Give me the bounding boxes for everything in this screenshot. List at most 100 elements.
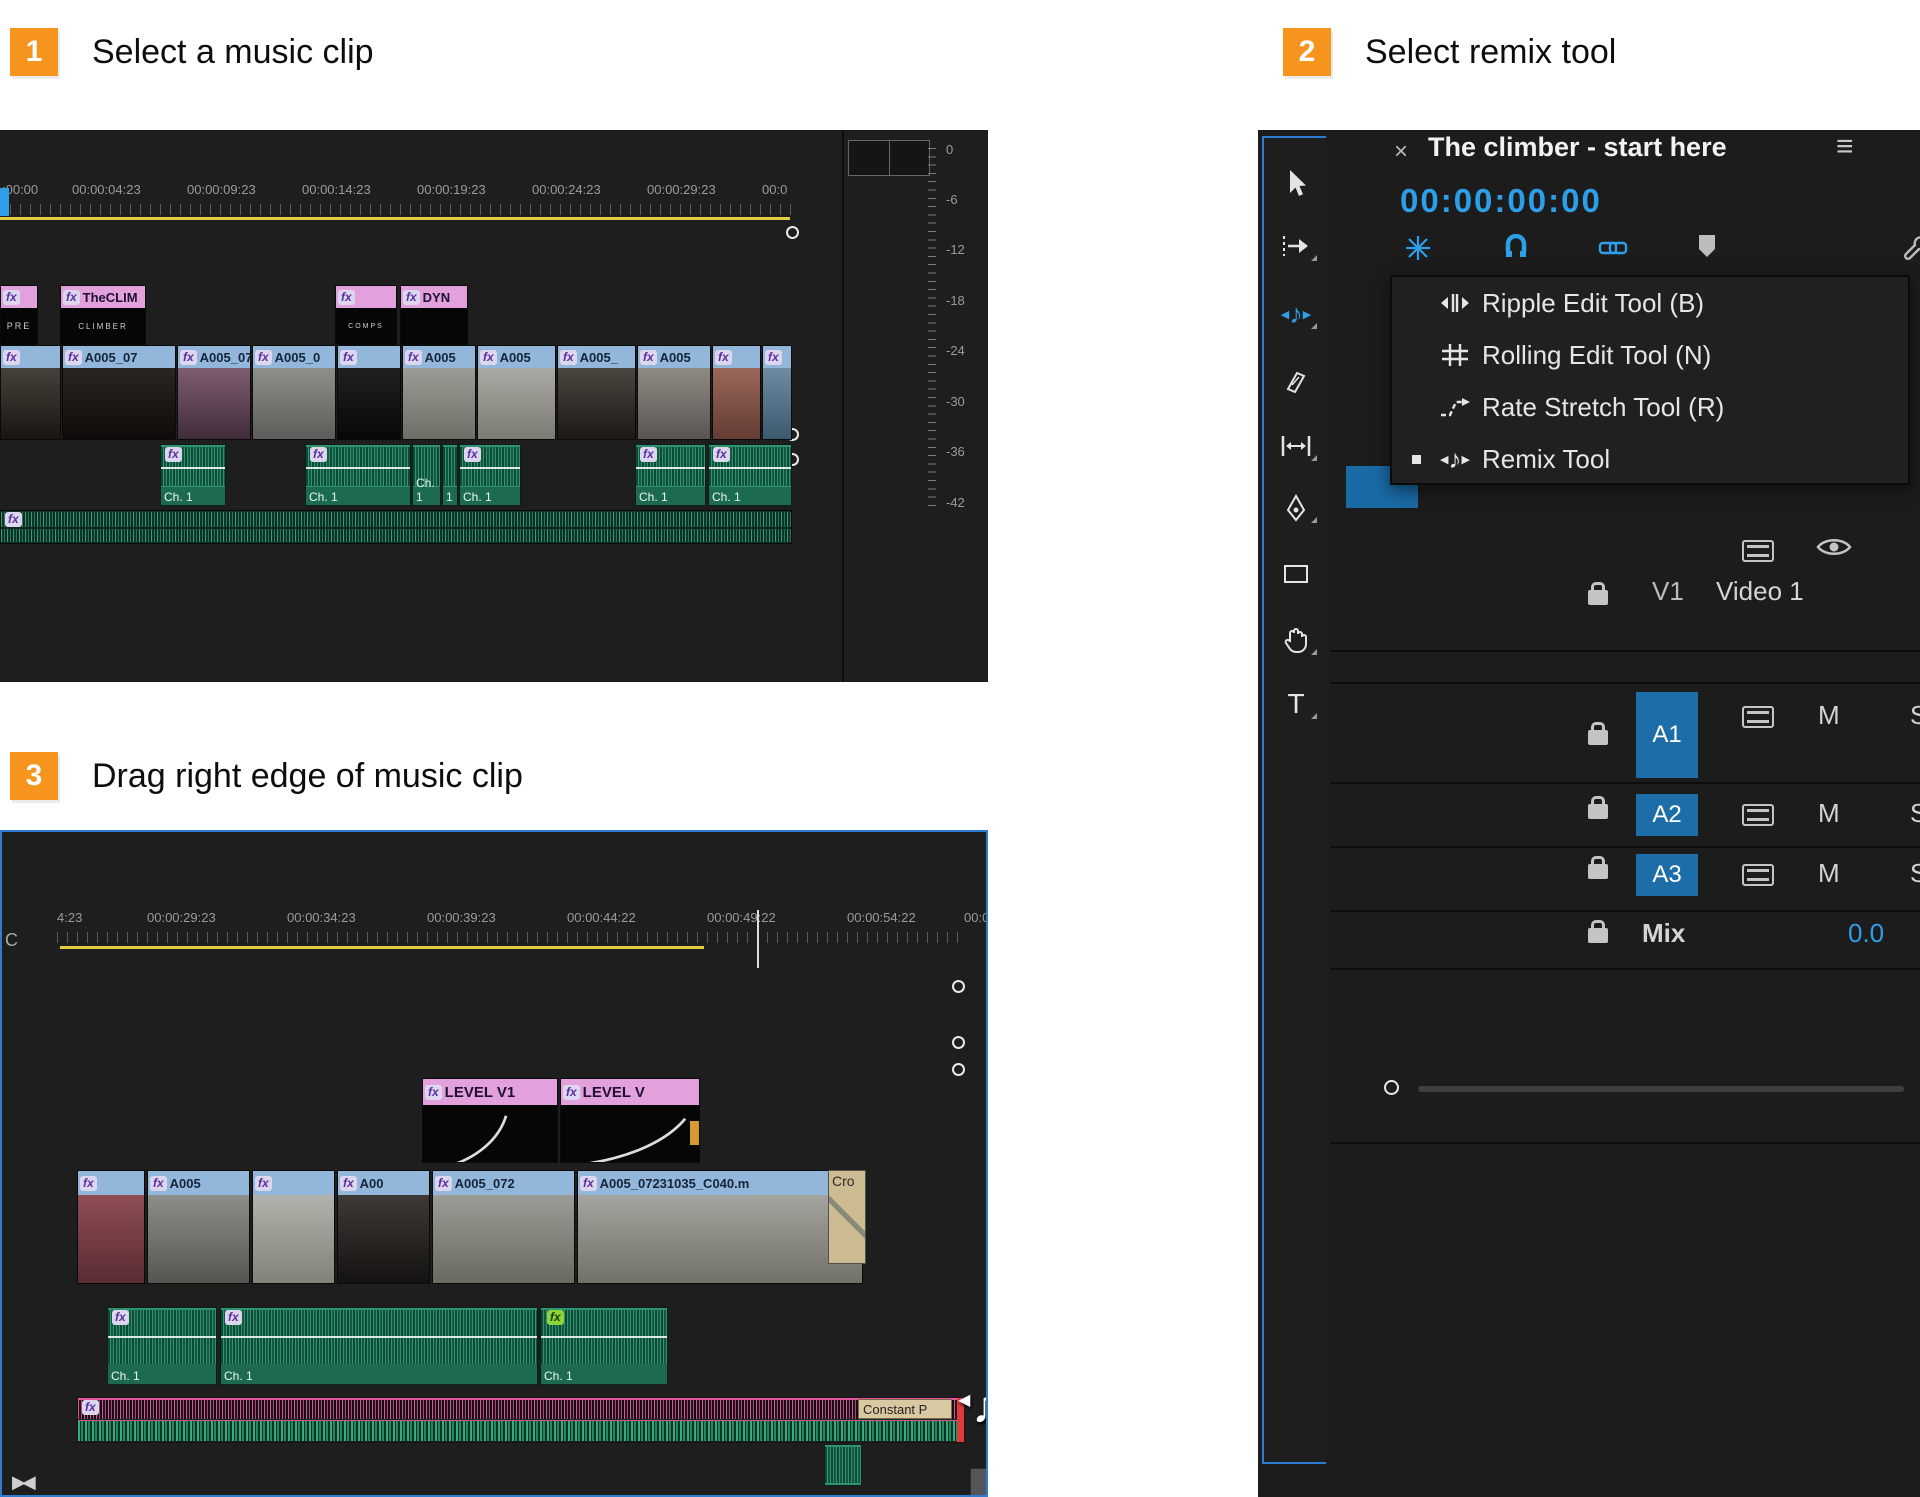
track-lock-icon[interactable] (1588, 856, 1608, 879)
audio-clip[interactable]: fx Ch. 1 (459, 444, 521, 506)
track-lock-icon[interactable] (1588, 796, 1608, 819)
scroll-handle[interactable] (952, 1036, 965, 1049)
audio-clip[interactable]: fx Ch. 1 (708, 444, 792, 506)
video-clip[interactable]: fx A005_07231035_C040.m (577, 1170, 863, 1284)
audio-clip[interactable]: fx Ch. 1 (540, 1307, 668, 1385)
menu-item-ripple-edit[interactable]: Ripple Edit Tool (B) (1392, 277, 1908, 329)
nest-toggle[interactable] (1404, 234, 1432, 267)
video-clip[interactable]: fx (762, 345, 792, 440)
music-clip[interactable]: fx Constant P (77, 1397, 965, 1443)
video-clip[interactable]: fx (252, 1170, 335, 1284)
horizontal-scrollbar[interactable] (1418, 1086, 1904, 1092)
close-tab-icon[interactable]: × (1394, 138, 1408, 166)
video-clip[interactable]: fx A005 (147, 1170, 250, 1284)
track-settings-icon[interactable] (1742, 864, 1774, 886)
volume-line[interactable] (460, 467, 520, 469)
remix-tool-active[interactable]: ◀ ♪ ▶ (1278, 296, 1317, 332)
video-clip[interactable]: fx A005_072 (432, 1170, 575, 1284)
video-clip[interactable]: fx A005 (637, 345, 711, 440)
volume-line[interactable] (541, 1336, 667, 1338)
volume-line[interactable] (108, 1336, 216, 1338)
graphics-clip[interactable]: fx DYN (400, 285, 468, 345)
scrollbar-handle[interactable] (1384, 1080, 1399, 1095)
track-a1-target[interactable]: A1 (1636, 692, 1698, 778)
audio-clip-small[interactable] (824, 1444, 862, 1486)
transition-clip[interactable]: Cro (828, 1170, 866, 1264)
video-clip[interactable]: fx (337, 345, 401, 440)
add-marker-button[interactable] (1696, 232, 1718, 265)
video-clip[interactable]: fx A005 (402, 345, 476, 440)
audio-clip[interactable]: fx Ch. 1 (160, 444, 226, 506)
slip-tool[interactable] (1278, 428, 1317, 464)
timeline-ruler[interactable]: 4:23 00:00:29:23 00:00:34:23 00:00:39:23… (2, 906, 986, 950)
solo-button[interactable]: S (1910, 798, 1920, 829)
linked-selection-toggle[interactable] (1598, 234, 1628, 267)
scroll-handle[interactable] (786, 226, 799, 239)
video-clip[interactable]: fx (712, 345, 761, 440)
mix-volume-value[interactable]: 0.0 (1848, 918, 1884, 949)
menu-item-rate-stretch[interactable]: Rate Stretch Tool (R) (1392, 381, 1908, 433)
volume-line[interactable] (636, 467, 705, 469)
audio-clip[interactable]: fx Ch. 1 (635, 444, 706, 506)
video-clip[interactable]: fx (0, 345, 61, 440)
track-settings-icon[interactable] (1742, 706, 1774, 728)
audio-clip[interactable]: 1 (442, 444, 458, 506)
track-settings-icon[interactable] (1742, 540, 1774, 562)
selection-tool[interactable] (1278, 166, 1314, 202)
timeline-ruler[interactable]: :00:00 00:00:04:23 00:00:09:23 00:00:14:… (0, 176, 792, 220)
video-clip[interactable]: fx A00 (337, 1170, 430, 1284)
track-lock-icon[interactable] (1588, 920, 1608, 943)
graphics-clip[interactable]: fx TheCLIM CLIMBER (60, 285, 146, 345)
menu-item-rolling-edit[interactable]: Rolling Edit Tool (N) (1392, 329, 1908, 381)
solo-button[interactable]: S (1910, 700, 1920, 731)
graphics-clip[interactable]: fx LEVEL V (560, 1078, 700, 1163)
track-v1-target[interactable]: V1 (1652, 576, 1684, 607)
video-clip[interactable]: fx A005_07 (177, 345, 251, 440)
video-clip[interactable]: fx A005 (477, 345, 556, 440)
playhead-timecode[interactable]: 00:00:00:00 (1400, 182, 1602, 220)
solo-button[interactable]: S (1910, 858, 1920, 889)
audio-clip[interactable]: fx Ch. 1 (305, 444, 411, 506)
timeline-settings-button[interactable] (1898, 232, 1920, 267)
mute-button[interactable]: M (1818, 798, 1840, 829)
snap-toggle[interactable] (1502, 233, 1530, 267)
volume-line[interactable] (161, 467, 225, 469)
rectangle-tool[interactable] (1278, 556, 1314, 592)
panel-menu-icon[interactable]: ≡ (1836, 130, 1854, 164)
track-lock-icon[interactable] (1588, 722, 1608, 745)
razor-tool[interactable] (1278, 364, 1314, 400)
mute-button[interactable]: M (1818, 858, 1840, 889)
track-a3-target[interactable]: A3 (1636, 854, 1698, 896)
hand-tool[interactable] (1278, 622, 1317, 658)
scroll-handle[interactable] (952, 980, 965, 993)
video-clip[interactable]: fx A005_07 (62, 345, 176, 440)
music-track-clip[interactable]: fx (0, 510, 792, 544)
sequence-tab-title[interactable]: The climber - start here (1428, 132, 1727, 163)
playhead-marker[interactable] (0, 188, 9, 216)
volume-line[interactable] (306, 467, 410, 469)
volume-line[interactable] (221, 1336, 537, 1338)
scroll-handle[interactable] (952, 1063, 965, 1076)
track-select-tool[interactable] (1278, 228, 1317, 264)
graphics-clip[interactable]: fx PRE (0, 285, 38, 345)
audio-clip[interactable]: fx Ch. 1 (107, 1307, 217, 1385)
track-lock-icon[interactable] (1588, 582, 1608, 605)
video-clip[interactable]: fx A005_0 (252, 345, 336, 440)
pen-tool[interactable] (1278, 490, 1317, 526)
menu-item-remix-tool[interactable]: ◀ ♪ ▶ Remix Tool (1392, 433, 1908, 485)
toggle-track-output[interactable] (1816, 534, 1852, 565)
type-tool[interactable]: T (1278, 686, 1317, 722)
track-a2-target[interactable]: A2 (1636, 794, 1698, 836)
bowtie-icon[interactable]: ▶◀ (12, 1472, 36, 1493)
graphics-clip[interactable]: fx LEVEL V1 (422, 1078, 558, 1163)
video-clip[interactable]: fx A005_ (557, 345, 636, 440)
audio-clip[interactable]: fx Ch. 1 (220, 1307, 538, 1385)
graphics-clip[interactable]: fx COMPS (335, 285, 397, 345)
volume-line[interactable] (709, 467, 791, 469)
mute-button[interactable]: M (1818, 700, 1840, 731)
video-clip[interactable]: fx (77, 1170, 145, 1284)
track-settings-icon[interactable] (1742, 804, 1774, 826)
audio-clip[interactable]: Ch. 1 (412, 444, 441, 506)
playhead-line[interactable] (757, 910, 759, 968)
constant-power-transition[interactable]: Constant P (858, 1399, 952, 1419)
